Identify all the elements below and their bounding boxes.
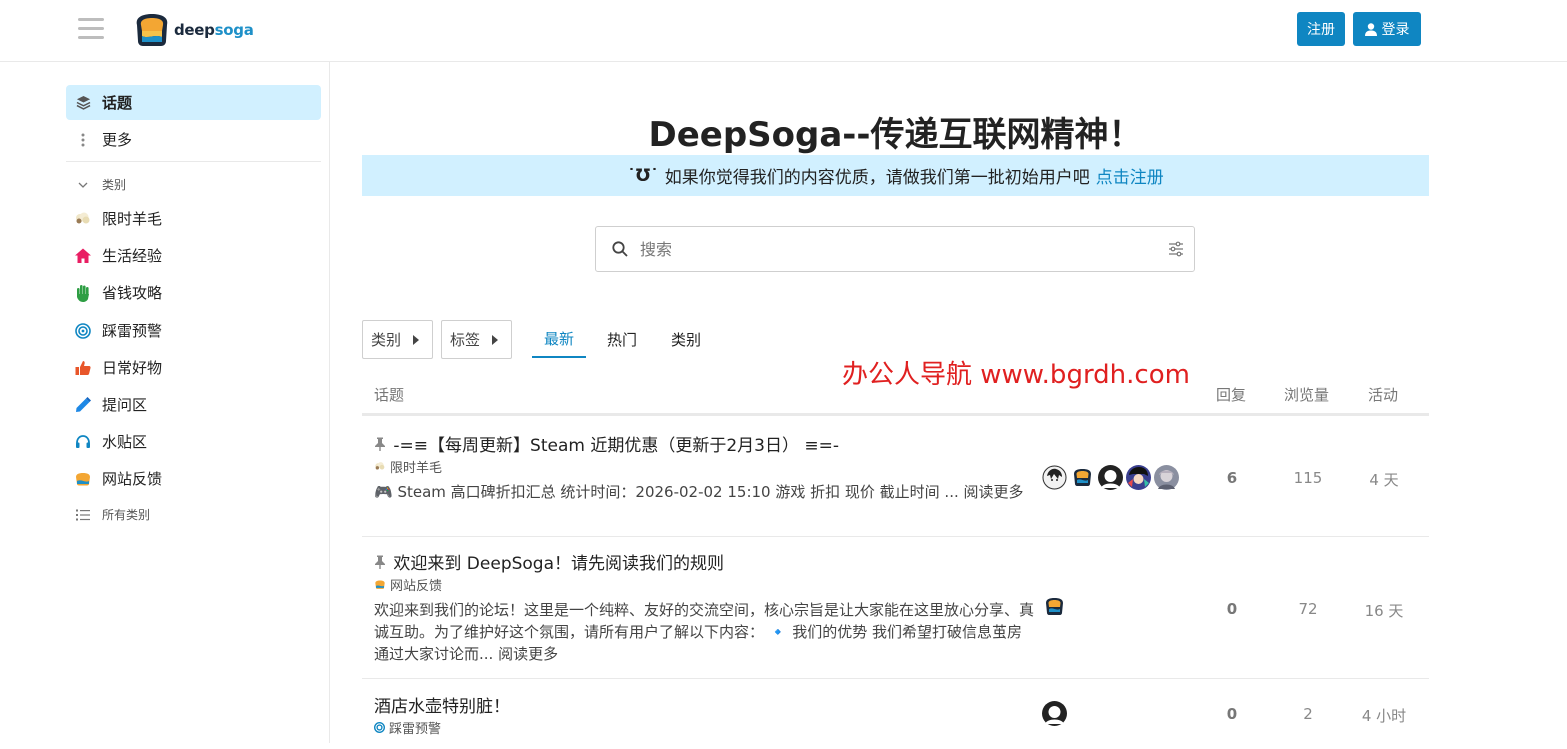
banner-register-link[interactable]: 点击注册 [1096,163,1164,188]
sidebar-item-category[interactable]: 踩雷预警 [66,313,321,348]
pin-icon [374,554,391,574]
reply-count: 0 [1226,705,1238,723]
tab-latest[interactable]: 最新 [532,320,587,358]
pin-icon [374,436,391,456]
topic-posters [1042,701,1070,726]
topic-category-badge[interactable]: 踩雷预警 [374,718,441,737]
last-activity[interactable]: 4 天 [1354,469,1414,490]
topic-title-link[interactable]: 酒店水壶特别脏！ [374,692,510,717]
header-activity[interactable]: 活动 [1368,384,1398,405]
topic-posters [1042,465,1182,490]
user-icon [1364,22,1377,36]
main-content: DeepSoga--传递互联网精神！ ˙Ʊ˙ 如果你觉得我们的内容优质，请做我们… [362,62,1429,743]
table-row: 酒店水壶特别脏！ 踩雷预警 0 2 4 小时 [362,679,1429,749]
banner-subtitle: 如果你觉得我们的内容优质，请做我们第一批初始用户吧 [664,168,1090,188]
site-header: deepsoga 注册 登录 [0,0,1567,62]
topic-category-badge[interactable]: 限时羊毛 [374,457,442,476]
avatar[interactable] [1042,701,1067,726]
welcome-banner: ˙Ʊ˙ 如果你觉得我们的内容优质，请做我们第一批初始用户吧 点击注册 [362,155,1429,196]
topic-category-badge[interactable]: 网站反馈 [374,575,442,594]
avatar[interactable] [1042,465,1067,490]
sidebar-item-category[interactable]: 水贴区 [66,424,321,459]
sidebar-item-topics[interactable]: 话题 [66,85,321,120]
pencil-icon [74,396,92,414]
view-count: 72 [1298,600,1318,618]
sidebar-item-category[interactable]: 限时羊毛 [66,201,321,236]
read-more-link[interactable]: 阅读更多 [964,483,1024,501]
watermark-text: 办公人导航 www.bgrdh.com [842,360,1190,390]
reply-count: 0 [1226,600,1238,618]
feedback-icon [374,579,386,590]
header-replies[interactable]: 回复 [1216,384,1246,405]
sheep-icon [74,210,92,228]
login-button[interactable]: 登录 [1353,12,1421,46]
categories-dropdown[interactable]: 类别 [362,320,433,359]
avatar[interactable] [1098,465,1123,490]
tab-hot[interactable]: 热门 [607,320,637,358]
table-row: -=≡【每周更新】Steam 近期优惠（更新于2月3日） ≡=- 限时羊毛 🎮 … [362,418,1429,537]
search-icon [612,241,628,257]
home-icon [74,247,92,265]
topic-excerpt: 欢迎来到我们的论坛！这里是一个纯粹、友好的交流空间，核心宗旨是让大家能在这里放心… [374,601,1035,663]
last-activity[interactable]: 16 天 [1354,600,1414,621]
logo-text: deepsoga [174,21,254,39]
topic-title-link[interactable]: -=≡【每周更新】Steam 近期优惠（更新于2月3日） ≡=- [374,431,839,456]
table-row: 欢迎来到 DeepSoga！请先阅读我们的规则 网站反馈 欢迎来到我们的论坛！这… [362,537,1429,679]
feedback-icon [74,470,92,488]
avatar[interactable] [1126,465,1151,490]
sheep-icon [374,461,386,472]
view-count: 2 [1303,705,1313,723]
read-more-link[interactable]: 阅读更多 [498,645,558,663]
avatar[interactable] [1042,594,1067,619]
sidebar-item-category[interactable]: 日常好物 [66,350,321,385]
chevron-down-icon [74,176,92,194]
sidebar-item-category[interactable]: 省钱攻略 [66,275,321,310]
target-icon [374,722,385,733]
avatar[interactable] [1070,465,1095,490]
last-activity[interactable]: 4 小时 [1354,705,1414,726]
headset-icon [74,433,92,451]
logo-toast-icon [136,14,168,46]
topic-title-link[interactable]: 欢迎来到 DeepSoga！请先阅读我们的规则 [374,549,724,574]
target-icon [74,322,92,340]
register-button[interactable]: 注册 [1297,12,1345,46]
sidebar-divider [66,161,321,162]
reply-count: 6 [1226,469,1238,487]
topic-excerpt: 🎮 Steam 高口碑折扣汇总 统计时间：2026-02-02 15:10 游戏… [374,483,1024,501]
sidebar-item-category[interactable]: 网站反馈 [66,461,321,496]
header-topic[interactable]: 话题 [374,384,404,405]
site-logo[interactable]: deepsoga [133,12,254,48]
filter-sliders-icon[interactable] [1168,241,1184,257]
sidebar: 话题 更多 类别 限时羊毛 生活经验 省钱攻略 踩雷预警 日常好物 提问区 水贴… [0,62,330,743]
layers-icon [74,94,92,112]
thumbs-up-icon [74,359,92,377]
vertical-ellipsis-icon [74,131,92,149]
banner-emoji: ˙Ʊ˙ [627,165,659,186]
caret-right-icon [413,334,420,345]
hamburger-menu-icon[interactable] [78,18,104,40]
topic-posters [1042,594,1070,619]
header-views[interactable]: 浏览量 [1284,384,1329,405]
sidebar-item-category[interactable]: 生活经验 [66,238,321,273]
hand-icon [74,284,92,302]
avatar[interactable] [1154,465,1179,490]
page-title: DeepSoga--传递互联网精神！ [648,115,1143,155]
sidebar-categories-heading[interactable]: 类别 [66,167,321,202]
sidebar-item-all-categories[interactable]: 所有类别 [66,497,321,532]
sidebar-item-more[interactable]: 更多 [66,122,321,157]
search-input[interactable] [638,229,1168,269]
search-box[interactable] [595,226,1195,272]
view-count: 115 [1293,469,1323,487]
list-icon [74,506,92,524]
tab-categories[interactable]: 类别 [671,320,701,358]
caret-right-icon [492,334,499,345]
sidebar-item-category[interactable]: 提问区 [66,387,321,422]
tags-dropdown[interactable]: 标签 [441,320,512,359]
